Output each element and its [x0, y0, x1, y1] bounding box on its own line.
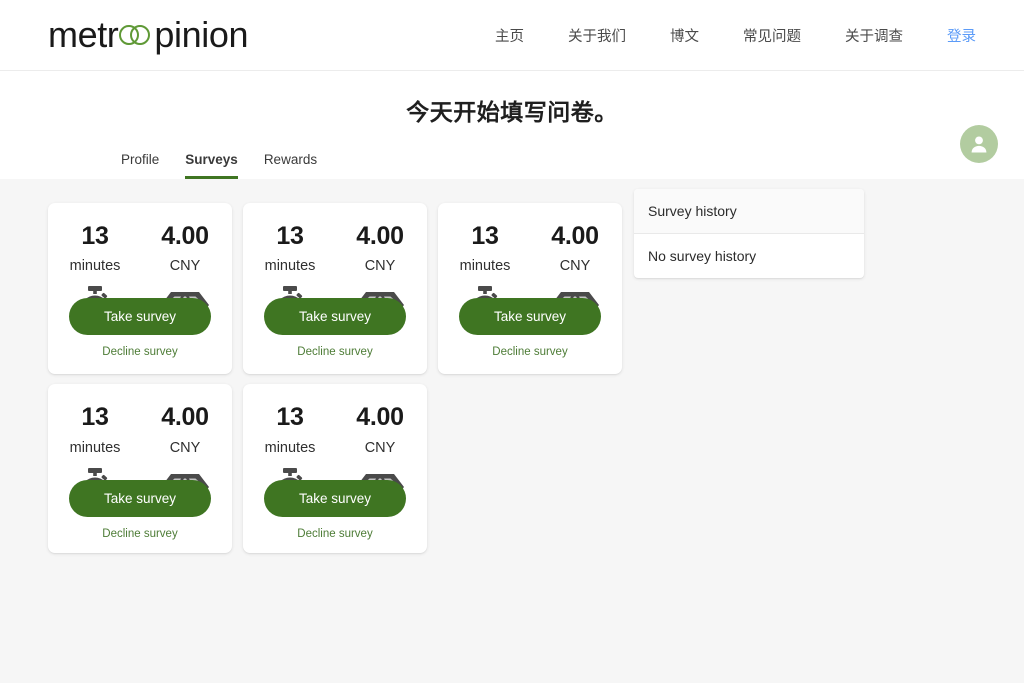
- avatar[interactable]: [960, 125, 998, 163]
- nav-login[interactable]: 登录: [947, 25, 976, 46]
- decline-survey-link[interactable]: Decline survey: [257, 528, 413, 540]
- survey-card-grid: 13 minutes 4.00 CNY Take survey Decline …: [48, 203, 622, 553]
- tab-list: Profile Surveys Rewards: [121, 152, 317, 179]
- nav-about-surveys[interactable]: 关于调查: [845, 25, 903, 46]
- survey-currency-label: CNY: [169, 258, 201, 275]
- logo-rings-icon: [119, 24, 153, 46]
- survey-history-empty-message: No survey history: [648, 248, 757, 264]
- survey-reward-value: 4.00: [161, 222, 209, 250]
- survey-currency-label: CNY: [559, 258, 591, 275]
- survey-duration-value: 13: [81, 403, 109, 432]
- site-header: metr pinion 主页 关于我们 博文 常见问题 关于调查 登录: [0, 0, 1024, 71]
- survey-duration-label: minutes: [264, 439, 316, 456]
- survey-reward-value: 4.00: [161, 403, 209, 432]
- survey-duration-label: minutes: [69, 258, 121, 275]
- survey-reward-value: 4.00: [356, 403, 404, 432]
- tabs-bar: Profile Surveys Rewards: [0, 125, 1024, 179]
- user-avatar-icon: [971, 136, 987, 153]
- main-navigation: 主页 关于我们 博文 常见问题 关于调查 登录: [495, 25, 976, 46]
- survey-card[interactable]: 13 minutes 4.00 CNY Take survey Decline …: [48, 203, 232, 375]
- main-content: 13 minutes 4.00 CNY Take survey Decline …: [0, 179, 1024, 683]
- site-logo[interactable]: metr pinion: [48, 17, 248, 53]
- survey-duration-label: minutes: [264, 258, 316, 275]
- logo-text-left: metr: [48, 14, 119, 55]
- take-survey-button[interactable]: Take survey: [459, 298, 601, 336]
- take-survey-button[interactable]: Take survey: [69, 298, 211, 336]
- decline-survey-link[interactable]: Decline survey: [257, 346, 413, 358]
- decline-survey-link[interactable]: Decline survey: [452, 346, 608, 358]
- survey-card[interactable]: 13 minutes 4.00 CNY Take survey Decline …: [438, 203, 622, 375]
- survey-duration-value: 13: [276, 222, 304, 250]
- nav-home[interactable]: 主页: [495, 25, 524, 46]
- survey-history-panel: Survey history No survey history: [634, 189, 864, 278]
- tab-profile[interactable]: Profile: [121, 152, 159, 179]
- nav-blog[interactable]: 博文: [670, 25, 699, 46]
- logo-text-right: pinion: [154, 14, 249, 55]
- take-survey-button[interactable]: Take survey: [69, 479, 211, 517]
- survey-card[interactable]: 13 minutes 4.00 CNY Take survey Decline …: [243, 203, 427, 375]
- survey-currency-label: CNY: [364, 258, 396, 275]
- survey-duration-label: minutes: [69, 439, 121, 456]
- survey-duration-value: 13: [471, 222, 499, 250]
- take-survey-button[interactable]: Take survey: [264, 479, 406, 517]
- tab-surveys[interactable]: Surveys: [185, 152, 238, 179]
- take-survey-button[interactable]: Take survey: [264, 298, 406, 336]
- survey-reward-value: 4.00: [356, 222, 404, 250]
- page-title-bar: 今天开始填写问卷。: [0, 71, 1024, 141]
- survey-reward-value: 4.00: [551, 222, 599, 250]
- survey-currency-label: CNY: [364, 439, 396, 456]
- decline-survey-link[interactable]: Decline survey: [62, 528, 218, 540]
- survey-card[interactable]: 13 minutes 4.00 CNY Take survey Decline …: [48, 384, 232, 553]
- survey-duration-label: minutes: [459, 258, 511, 275]
- tab-rewards[interactable]: Rewards: [264, 152, 317, 179]
- survey-card[interactable]: 13 minutes 4.00 CNY Take survey Decline …: [243, 384, 427, 553]
- decline-survey-link[interactable]: Decline survey: [62, 346, 218, 358]
- survey-currency-label: CNY: [169, 439, 201, 456]
- nav-faq[interactable]: 常见问题: [743, 25, 801, 46]
- page-title: 今天开始填写问卷。: [406, 99, 618, 125]
- nav-about-us[interactable]: 关于我们: [568, 25, 626, 46]
- survey-duration-value: 13: [81, 222, 109, 250]
- survey-duration-value: 13: [276, 403, 304, 432]
- survey-history-title: Survey history: [634, 189, 864, 234]
